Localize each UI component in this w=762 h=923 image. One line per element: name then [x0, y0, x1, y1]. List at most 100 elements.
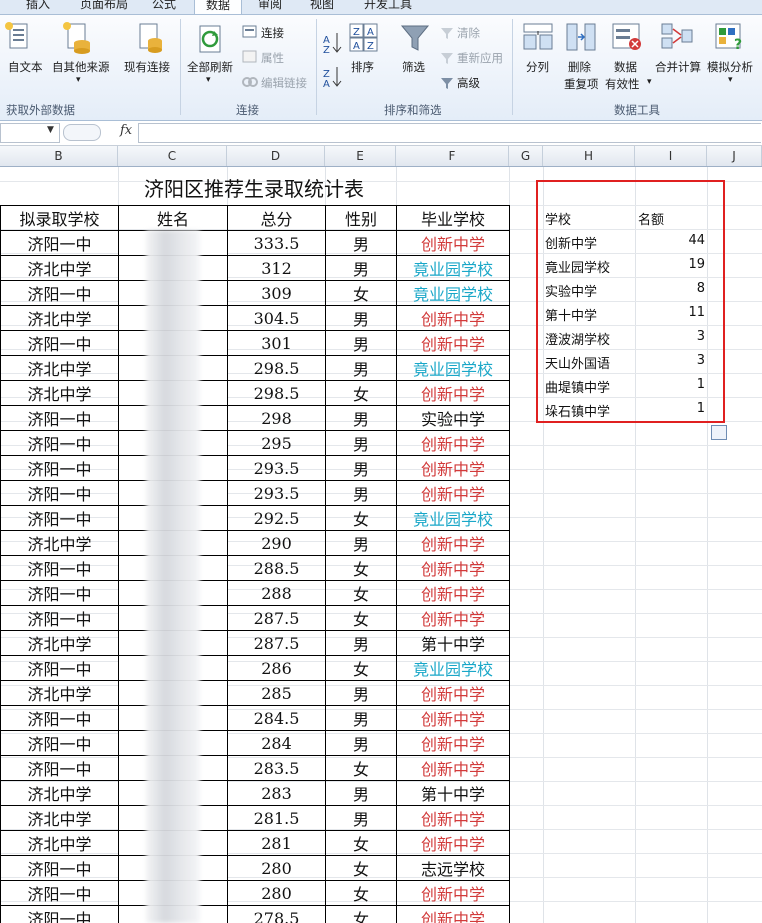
table-cell[interactable]: 女 — [325, 605, 397, 631]
table-cell[interactable]: 第十中学 — [396, 630, 510, 656]
refresh-all-button[interactable]: 全部刷新 — [187, 59, 233, 75]
table-cell[interactable]: 285 — [227, 680, 326, 706]
formula-input[interactable] — [138, 123, 761, 143]
data-validation-button-line2[interactable]: 有效性 — [605, 76, 640, 92]
table-cell[interactable]: 301 — [227, 330, 326, 356]
table-cell[interactable]: 287.5 — [227, 605, 326, 631]
remove-duplicates-button-line2[interactable]: 重复项 — [564, 76, 599, 92]
table-cell[interactable]: 男 — [325, 530, 397, 556]
table-cell[interactable]: 创新中学 — [396, 730, 510, 756]
table-cell[interactable]: 男 — [325, 255, 397, 281]
table-cell[interactable]: 男 — [325, 355, 397, 381]
table-cell[interactable]: 女 — [325, 830, 397, 856]
table-header-cell[interactable]: 性别 — [325, 205, 397, 231]
table-cell[interactable]: 济阳一中 — [0, 655, 119, 681]
paste-options-icon[interactable] — [711, 425, 727, 440]
insert-function-icon[interactable]: fx — [120, 123, 132, 138]
table-cell[interactable]: 济北中学 — [0, 780, 119, 806]
tab-insert[interactable]: 插入 — [18, 0, 58, 14]
table-cell[interactable]: 284.5 — [227, 705, 326, 731]
table-cell[interactable]: 创新中学 — [396, 905, 510, 923]
table-cell[interactable]: 男 — [325, 330, 397, 356]
table-cell[interactable]: 男 — [325, 455, 397, 481]
table-cell[interactable]: 298.5 — [227, 355, 326, 381]
table-header-cell[interactable]: 毕业学校 — [396, 205, 510, 231]
properties-button[interactable]: 属性 — [261, 50, 284, 66]
table-cell[interactable]: 济阳一中 — [0, 230, 119, 256]
filter-button[interactable]: 筛选 — [402, 59, 425, 75]
table-cell[interactable]: 280 — [227, 880, 326, 906]
table-cell[interactable]: 283.5 — [227, 755, 326, 781]
clear-button[interactable]: 清除 — [457, 25, 480, 41]
tab-view[interactable]: 视图 — [302, 0, 342, 14]
table-cell[interactable]: 男 — [325, 705, 397, 731]
other-sources-button[interactable]: 自其他来源 — [52, 59, 110, 75]
advanced-button[interactable]: 高级 — [457, 75, 480, 91]
table-cell[interactable]: 创新中学 — [396, 530, 510, 556]
table-cell[interactable]: 创新中学 — [396, 705, 510, 731]
table-cell[interactable]: 创新中学 — [396, 805, 510, 831]
table-cell[interactable]: 298 — [227, 405, 326, 431]
tab-page-layout[interactable]: 页面布局 — [72, 0, 136, 14]
table-cell[interactable]: 创新中学 — [396, 305, 510, 331]
table-cell[interactable]: 竟业园学校 — [396, 655, 510, 681]
table-cell[interactable]: 280 — [227, 855, 326, 881]
table-cell[interactable]: 284 — [227, 730, 326, 756]
table-cell[interactable]: 女 — [325, 380, 397, 406]
table-cell[interactable]: 286 — [227, 655, 326, 681]
table-cell[interactable]: 295 — [227, 430, 326, 456]
table-cell[interactable]: 济阳一中 — [0, 280, 119, 306]
table-cell[interactable]: 男 — [325, 430, 397, 456]
table-cell[interactable]: 创新中学 — [396, 605, 510, 631]
table-cell[interactable]: 创新中学 — [396, 555, 510, 581]
table-cell[interactable]: 288.5 — [227, 555, 326, 581]
what-if-analysis-button[interactable]: 模拟分析 — [707, 59, 753, 75]
table-cell[interactable]: 济阳一中 — [0, 455, 119, 481]
table-header-cell[interactable]: 姓名 — [118, 205, 228, 231]
table-cell[interactable]: 创新中学 — [396, 455, 510, 481]
table-cell[interactable]: 竟业园学校 — [396, 280, 510, 306]
table-cell[interactable]: 济北中学 — [0, 830, 119, 856]
table-cell[interactable]: 女 — [325, 280, 397, 306]
table-cell[interactable]: 女 — [325, 505, 397, 531]
table-cell[interactable]: 创新中学 — [396, 755, 510, 781]
table-cell[interactable]: 男 — [325, 680, 397, 706]
column-header-f[interactable]: F — [396, 146, 509, 166]
table-cell[interactable]: 男 — [325, 405, 397, 431]
table-cell[interactable]: 济北中学 — [0, 805, 119, 831]
table-cell[interactable]: 济阳一中 — [0, 555, 119, 581]
table-cell[interactable]: 济阳一中 — [0, 480, 119, 506]
table-cell[interactable]: 竟业园学校 — [396, 255, 510, 281]
sheet-title[interactable]: 济阳区推荐生录取统计表 — [0, 173, 508, 202]
text-to-columns-button[interactable]: 分列 — [526, 59, 549, 75]
table-cell[interactable]: 创新中学 — [396, 330, 510, 356]
table-cell[interactable]: 女 — [325, 855, 397, 881]
table-cell[interactable]: 创新中学 — [396, 580, 510, 606]
table-cell[interactable]: 济阳一中 — [0, 605, 119, 631]
table-cell[interactable]: 济阳一中 — [0, 505, 119, 531]
data-validation-button[interactable]: 数据 — [614, 59, 637, 75]
table-cell[interactable]: 济北中学 — [0, 305, 119, 331]
table-cell[interactable]: 333.5 — [227, 230, 326, 256]
table-cell[interactable]: 298.5 — [227, 380, 326, 406]
table-cell[interactable]: 292.5 — [227, 505, 326, 531]
column-header-d[interactable]: D — [227, 146, 325, 166]
table-cell[interactable]: 济北中学 — [0, 255, 119, 281]
table-cell[interactable]: 志远学校 — [396, 855, 510, 881]
table-cell[interactable]: 女 — [325, 555, 397, 581]
column-header-h[interactable]: H — [543, 146, 635, 166]
table-cell[interactable]: 男 — [325, 230, 397, 256]
table-cell[interactable]: 290 — [227, 530, 326, 556]
table-header-cell[interactable]: 拟录取学校 — [0, 205, 119, 231]
table-cell[interactable]: 济阳一中 — [0, 880, 119, 906]
tab-developer[interactable]: 开发工具 — [356, 0, 420, 14]
table-cell[interactable]: 男 — [325, 805, 397, 831]
table-cell[interactable]: 济阳一中 — [0, 580, 119, 606]
table-cell[interactable]: 293.5 — [227, 480, 326, 506]
table-cell[interactable]: 创新中学 — [396, 830, 510, 856]
table-cell[interactable]: 男 — [325, 305, 397, 331]
column-header-j[interactable]: J — [707, 146, 762, 166]
table-cell[interactable]: 济北中学 — [0, 355, 119, 381]
table-cell[interactable]: 济阳一中 — [0, 405, 119, 431]
table-header-cell[interactable]: 总分 — [227, 205, 326, 231]
